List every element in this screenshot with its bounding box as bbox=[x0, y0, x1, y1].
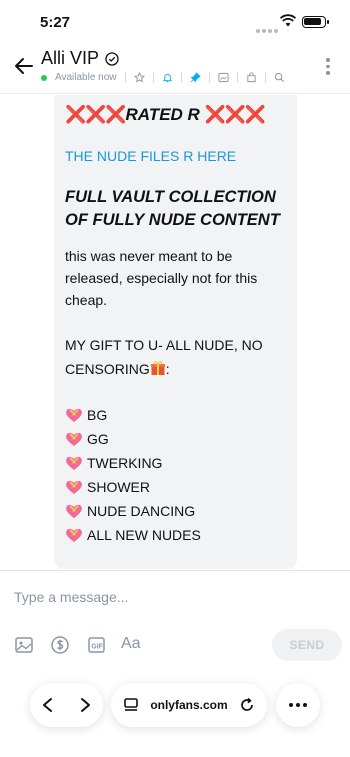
bag-icon[interactable] bbox=[246, 72, 257, 83]
pin-icon[interactable] bbox=[190, 72, 201, 83]
list-item-label: TWERKING bbox=[87, 455, 163, 471]
bold-line-1: FULL VAULT COLLECTION bbox=[65, 188, 276, 206]
list-item-label: GG bbox=[87, 431, 109, 447]
gallery-icon[interactable] bbox=[217, 72, 229, 83]
list-item-label: ALL NEW NUDES bbox=[87, 527, 201, 543]
message-composer: GIF Aa SEND bbox=[0, 570, 350, 670]
text-format-button[interactable]: Aa bbox=[121, 635, 141, 653]
browser-toolbar: onlyfans.com bbox=[0, 670, 350, 757]
bell-icon[interactable] bbox=[162, 72, 173, 83]
x-mark-icon: ❌❌❌ bbox=[65, 105, 127, 124]
list-item: GG bbox=[65, 427, 286, 451]
heart-ribbon-icon bbox=[66, 528, 82, 542]
chat-title[interactable]: Alli VIP bbox=[41, 48, 119, 69]
status-time: 5:27 bbox=[40, 14, 71, 31]
heading-text: RATED R bbox=[125, 105, 205, 124]
url-text: onlyfans.com bbox=[150, 698, 228, 712]
gift-icon bbox=[150, 361, 165, 375]
message-link[interactable]: THE NUDE FILES R HERE bbox=[65, 148, 286, 164]
list-item: NUDE DANCING bbox=[65, 499, 286, 523]
availability-text: Available now bbox=[55, 72, 117, 83]
star-icon[interactable] bbox=[133, 72, 145, 83]
browser-nav-group bbox=[30, 683, 103, 727]
list-item: TWERKING bbox=[65, 451, 286, 475]
browser-back-icon[interactable] bbox=[41, 697, 55, 713]
browser-more-button[interactable] bbox=[276, 683, 320, 727]
svg-text:GIF: GIF bbox=[91, 644, 103, 651]
message-bubble: ❌❌❌RATED R ❌❌❌ THE NUDE FILES R HERE FUL… bbox=[54, 95, 297, 569]
heart-ribbon-icon bbox=[66, 432, 82, 446]
battery-icon bbox=[302, 16, 329, 28]
chat-substatus: Available now bbox=[41, 72, 285, 83]
list-item-label: NUDE DANCING bbox=[87, 503, 196, 519]
image-icon[interactable] bbox=[14, 635, 34, 655]
search-icon[interactable] bbox=[274, 72, 285, 83]
message-heading: ❌❌❌RATED R ❌❌❌ bbox=[65, 105, 286, 125]
tabs-icon[interactable] bbox=[123, 697, 139, 713]
bold-line-2: OF FULLY NUDE CONTENT bbox=[65, 211, 280, 229]
online-indicator bbox=[41, 74, 47, 81]
signal-icon bbox=[256, 20, 280, 38]
content-list: BG GG TWERKING SHOWER NUDE DANCING ALL NEW NU… bbox=[65, 403, 286, 547]
heart-ribbon-icon bbox=[66, 480, 82, 494]
message-input[interactable] bbox=[14, 587, 334, 607]
list-item: SHOWER bbox=[65, 475, 286, 499]
message-bold-text: FULL VAULT COLLECTION OF FULLY NUDE CONT… bbox=[65, 186, 286, 232]
x-mark-icon: ❌❌❌ bbox=[204, 105, 267, 124]
verified-icon bbox=[105, 51, 119, 66]
list-item: BG bbox=[65, 403, 286, 427]
reload-icon[interactable] bbox=[239, 697, 255, 713]
heart-ribbon-icon bbox=[66, 504, 82, 518]
gift-suffix: : bbox=[165, 361, 170, 377]
list-item-label: SHOWER bbox=[87, 479, 150, 495]
heart-ribbon-icon bbox=[66, 408, 82, 422]
wifi-icon bbox=[280, 14, 296, 27]
status-bar: 5:27 bbox=[0, 0, 350, 44]
back-arrow-icon[interactable] bbox=[14, 56, 34, 76]
message-paragraph: this was never meant to be released, esp… bbox=[65, 248, 258, 308]
chat-area[interactable]: ❌❌❌RATED R ❌❌❌ THE NUDE FILES R HERE FUL… bbox=[0, 95, 350, 569]
heart-ribbon-icon bbox=[66, 456, 82, 470]
chat-title-text: Alli VIP bbox=[41, 48, 100, 68]
dollar-icon[interactable] bbox=[50, 635, 70, 655]
send-button[interactable]: SEND bbox=[272, 629, 342, 661]
gif-icon[interactable]: GIF bbox=[87, 635, 107, 655]
list-item-label: BG bbox=[87, 407, 108, 423]
message-gift-line: MY GIFT TO U- ALL NUDE, NO CENSORING: bbox=[65, 333, 286, 381]
chat-header: Alli VIP Available now bbox=[0, 44, 350, 94]
list-item: ALL NEW NUDES bbox=[65, 523, 286, 547]
browser-forward-icon[interactable] bbox=[78, 697, 92, 713]
more-options-icon[interactable] bbox=[326, 58, 330, 76]
url-bar[interactable]: onlyfans.com bbox=[111, 683, 267, 727]
